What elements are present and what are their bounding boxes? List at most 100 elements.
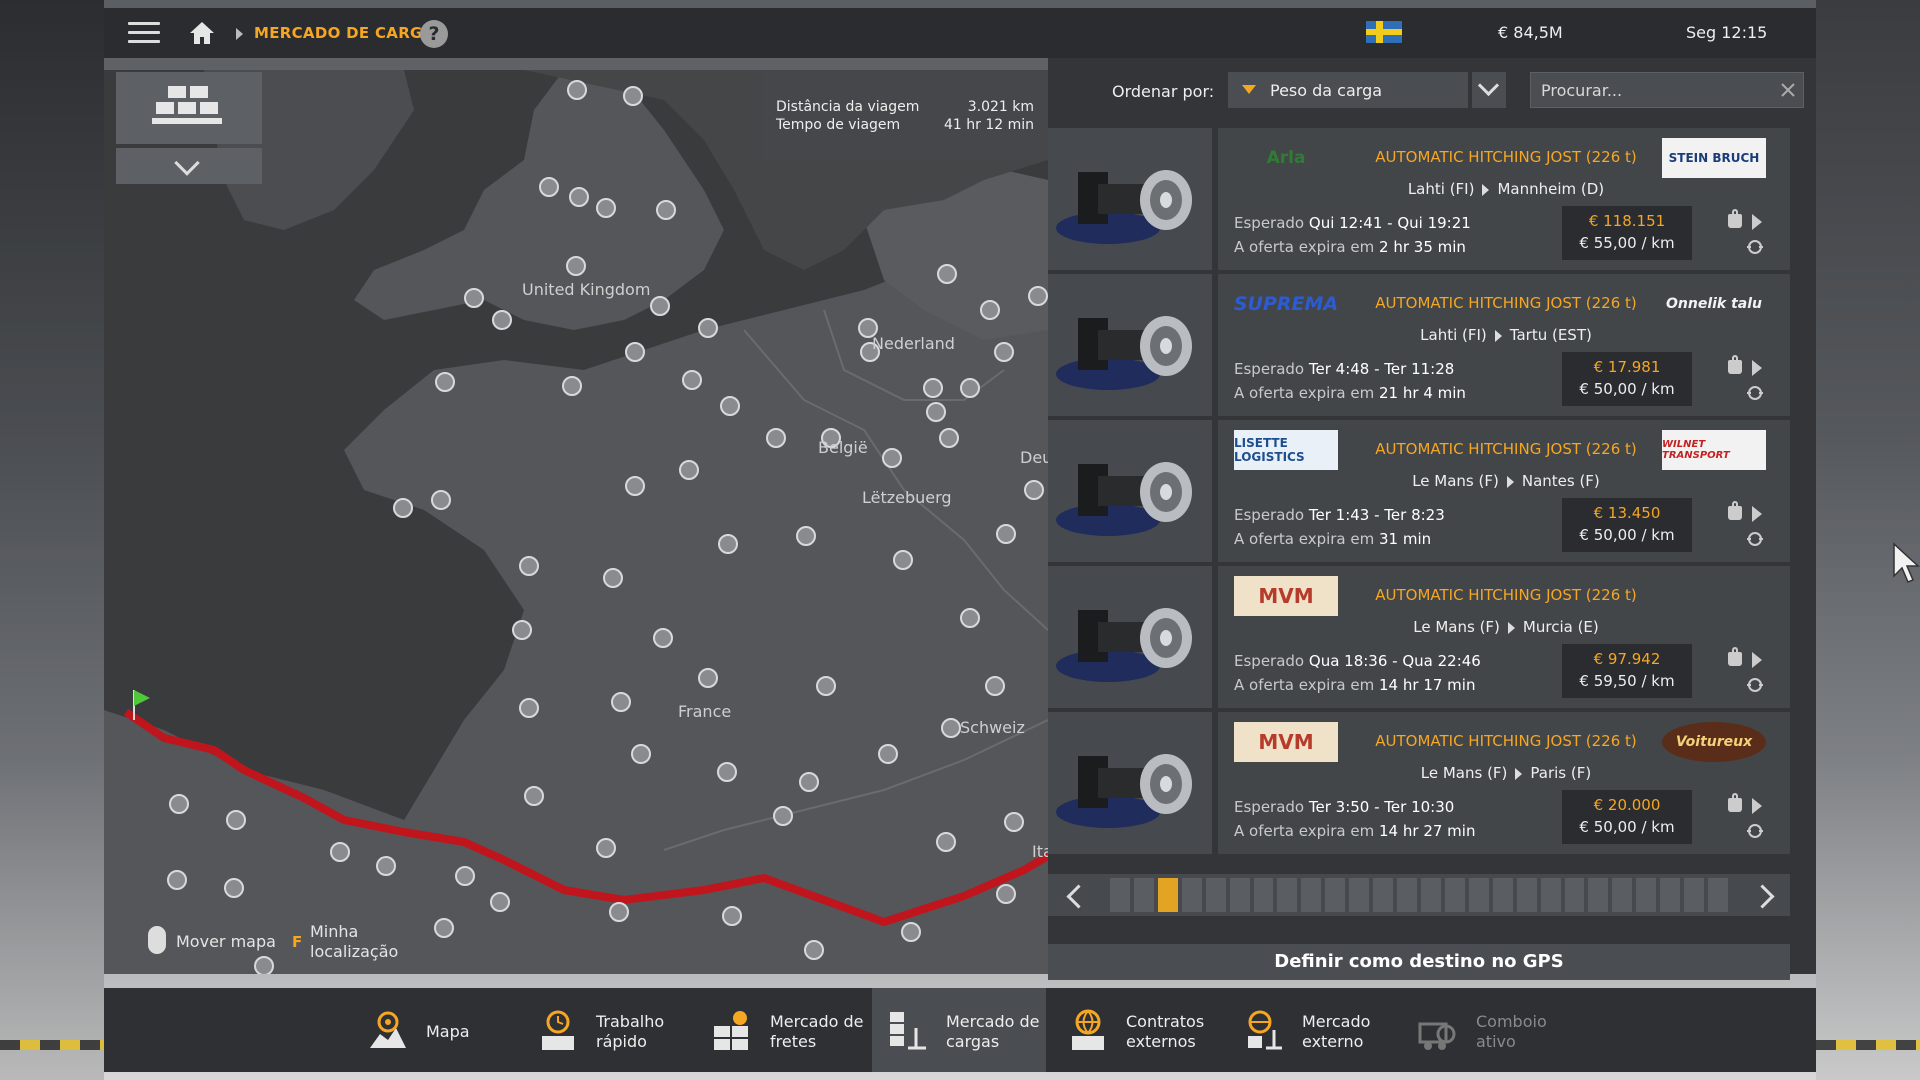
play-icon[interactable] [1752,360,1762,376]
payment-per-km: € 50,00 / km [1579,380,1675,398]
nav-quick-job[interactable]: Trabalho rápido [522,988,672,1072]
map-layer-button[interactable] [116,72,262,144]
help-icon[interactable]: ? [420,20,448,48]
page-indicator[interactable] [1612,878,1633,912]
play-icon[interactable] [1752,798,1762,814]
page-indicator[interactable] [1420,878,1441,912]
page-indicator[interactable] [1516,878,1537,912]
set-gps-destination-button[interactable]: Definir como destino no GPS [1048,944,1790,980]
page-indicator[interactable] [1708,878,1728,912]
nav-cargo-market[interactable]: Mercado de cargas [872,988,1046,1072]
page-indicator[interactable] [1588,878,1609,912]
tow-icon [1747,678,1763,692]
play-icon[interactable] [1752,506,1762,522]
page-indicator[interactable] [1564,878,1585,912]
route-destination: Paris (F) [1530,764,1592,782]
my-location-hint[interactable]: Minha localização [310,922,398,962]
sort-direction-icon[interactable] [1242,85,1256,94]
expected-label: Esperado [1234,798,1305,816]
map-expand-button[interactable] [116,148,262,184]
chevron-down-icon[interactable] [1472,72,1506,108]
page-indicator[interactable] [1253,878,1274,912]
move-map-hint: Mover mapa [176,932,276,951]
payment-box: € 17.981 € 50,00 / km [1562,352,1692,406]
home-icon[interactable] [188,20,216,46]
page-indicator[interactable] [1397,878,1417,912]
offer-expiry: A oferta expira em 2 hr 35 min [1234,238,1466,256]
game-clock: Seg 12:15 [1686,23,1768,42]
nav-external-contracts-line2: externos [1126,1032,1196,1051]
sort-dropdown[interactable]: Peso da carga [1228,72,1468,108]
page-indicator[interactable] [1325,878,1346,912]
page-indicator[interactable] [1301,878,1322,912]
pager-prev-icon[interactable] [1048,874,1096,916]
expires-label: A oferta expira em [1234,384,1375,402]
page-indicator[interactable] [1492,878,1513,912]
close-icon[interactable] [1780,82,1796,98]
page-indicator[interactable] [1540,878,1561,912]
page-indicator[interactable] [1181,878,1202,912]
breadcrumb[interactable]: MERCADO DE CARGAS [254,24,446,42]
route-origin: Le Mans (F) [1412,472,1499,490]
offer-card[interactable]: SUPREMA AUTOMATIC HITCHING JOST (226 t) … [1048,274,1790,416]
nav-map-label: Mapa [426,1022,470,1042]
hitch-cargo-icon [1048,420,1212,562]
source-company-logo: Arla [1266,148,1306,168]
play-icon[interactable] [1752,652,1762,668]
payment-per-km: € 50,00 / km [1579,818,1675,836]
page-indicator[interactable] [1205,878,1226,912]
nav-quick-job-line1: Trabalho [596,1012,665,1031]
page-indicator[interactable] [1444,878,1465,912]
page-indicator[interactable] [1684,878,1705,912]
offer-card[interactable]: Arla AUTOMATIC HITCHING JOST (226 t) STE… [1048,128,1790,270]
offer-card[interactable]: MVM AUTOMATIC HITCHING JOST (226 t) Voit… [1048,712,1790,854]
offer-card[interactable]: LISETTE LOGISTICS AUTOMATIC HITCHING JOS… [1048,420,1790,562]
trip-time-label: Tempo de viagem [776,117,901,133]
nav-external-market[interactable]: Mercado externo [1228,988,1378,1072]
menu-icon[interactable] [128,22,160,46]
nav-map[interactable]: Mapa [352,988,472,1072]
payment-per-km: € 50,00 / km [1579,526,1675,544]
nav-external-market-line1: Mercado [1302,1012,1371,1031]
page-indicator[interactable] [1229,878,1250,912]
target-company-logo: Onnelik talu [1665,296,1763,312]
page-indicator[interactable] [1468,878,1489,912]
payment-box: € 118.151 € 55,00 / km [1562,206,1692,260]
app-window: MERCADO DE CARGAS ? € 84,5M Seg 12:15 Di… [104,8,1816,1072]
offer-card[interactable]: MVM AUTOMATIC HITCHING JOST (226 t) Le M… [1048,566,1790,708]
my-location-line1: Minha [310,922,359,941]
play-icon[interactable] [1752,214,1762,230]
search-input[interactable] [1530,72,1804,108]
world-map[interactable]: Distância da viagem 3.021 km Tempo de vi… [104,70,1048,974]
page-indicator[interactable] [1157,878,1178,912]
cargo-name: AUTOMATIC HITCHING JOST (226 t) [1375,440,1637,458]
route-origin: Lahti (FI) [1407,180,1475,198]
nav-external-contracts[interactable]: Contratos externos [1052,988,1204,1072]
page-indicator[interactable] [1373,878,1394,912]
offer-details: MVM AUTOMATIC HITCHING JOST (226 t) Voit… [1218,712,1790,854]
pager-next-icon[interactable] [1742,874,1790,916]
expires-value: 31 min [1379,530,1432,548]
page-indicator[interactable] [1133,878,1154,912]
page-indicator[interactable] [1636,878,1657,912]
nav-quick-job-label: Trabalho rápido [596,1012,664,1052]
trip-distance-value: 3.021 km [967,99,1034,115]
expected-label: Esperado [1234,360,1305,378]
route-destination: Mannheim (D) [1497,180,1605,198]
page-indicator[interactable] [1349,878,1370,912]
page-indicator[interactable] [1660,878,1681,912]
nav-map-text: Mapa [426,1022,470,1041]
page-indicator[interactable] [1110,878,1130,912]
cargo-thumbnail [1048,420,1212,562]
nav-freight-market[interactable]: Mercado de fretes [696,988,866,1072]
expected-time: Esperado Qui 12:41 - Qui 19:21 [1234,214,1471,232]
expires-value: 14 hr 17 min [1379,676,1476,694]
payment-total: € 20.000 [1593,796,1661,814]
garage-background-right [1816,0,1920,1080]
route-arrow-icon [1506,475,1514,488]
source-company-logo: SUPREMA [1233,293,1339,315]
chevron-down-icon [174,150,200,176]
map-label-ch: Schweiz [960,718,1025,737]
route: Lahti (FI) Tartu (EST) [1366,326,1646,344]
page-indicator[interactable] [1277,878,1298,912]
